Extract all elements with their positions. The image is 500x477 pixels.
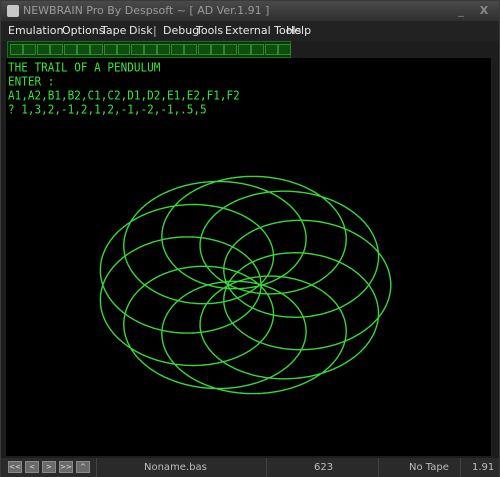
version-label: 1.91 — [472, 462, 495, 473]
tape-status: No Tape — [409, 462, 449, 473]
title-bar: NEWBRAIN Pro By Despsoft ~ [ AD Ver.1.91… — [1, 1, 499, 21]
led-display — [7, 41, 291, 58]
window-title: NEWBRAIN Pro By Despsoft ~ [ AD Ver.1.91… — [23, 4, 270, 17]
back-button[interactable]: < — [25, 461, 39, 473]
menu-tape[interactable]: Tape — [101, 21, 126, 41]
menu-emulation[interactable]: Emulation — [8, 21, 64, 41]
file-name: Noname.bas — [144, 462, 207, 473]
led-cell — [157, 44, 171, 55]
led-cell — [184, 44, 198, 55]
led-cell — [36, 44, 50, 55]
led-cell — [103, 44, 117, 55]
led-cell — [23, 44, 37, 55]
led-cell — [90, 44, 104, 55]
menu-debug[interactable]: Debug — [163, 21, 199, 41]
led-cell — [144, 44, 157, 55]
led-cell — [130, 44, 144, 55]
led-cell — [211, 44, 224, 55]
led-cell — [77, 44, 90, 55]
status-bar: << < > >> ^ Noname.bas 623 No Tape 1.91 — [1, 458, 499, 477]
led-cell — [10, 44, 23, 55]
led-cell — [197, 44, 211, 55]
menu-help[interactable]: Help — [286, 21, 311, 41]
led-cell — [170, 44, 184, 55]
led-cell — [264, 44, 278, 55]
emulator-window: NEWBRAIN Pro By Despsoft ~ [ AD Ver.1.91… — [0, 0, 500, 477]
menu-disk[interactable]: Disk — [129, 21, 153, 41]
menu-separator: | — [153, 24, 157, 37]
led-cell — [117, 44, 131, 55]
led-cell — [50, 44, 64, 55]
led-cell — [63, 44, 77, 55]
menu-tools[interactable]: Tools — [196, 21, 223, 41]
app-icon — [7, 5, 19, 17]
tape-counter: 623 — [314, 462, 334, 473]
led-cell — [237, 44, 251, 55]
fast-forward-button[interactable]: >> — [59, 461, 73, 473]
close-button[interactable]: X — [476, 1, 492, 21]
pendulum-trail-plot — [99, 175, 392, 395]
emulator-screen[interactable]: THE TRAIL OF A PENDULUM ENTER : A1,A2,B1… — [6, 58, 491, 456]
led-cell — [278, 44, 291, 55]
eject-button[interactable]: ^ — [76, 461, 90, 473]
forward-button[interactable]: > — [42, 461, 56, 473]
led-cell — [251, 44, 265, 55]
pendulum-trail — [99, 175, 392, 395]
minimize-button[interactable]: _ — [453, 1, 469, 21]
rewind-button[interactable]: << — [8, 461, 22, 473]
led-cell — [224, 44, 238, 55]
menu-options[interactable]: Options — [62, 21, 104, 41]
menu-bar: Emulation Options Tape Disk | Debug Tool… — [1, 21, 499, 41]
